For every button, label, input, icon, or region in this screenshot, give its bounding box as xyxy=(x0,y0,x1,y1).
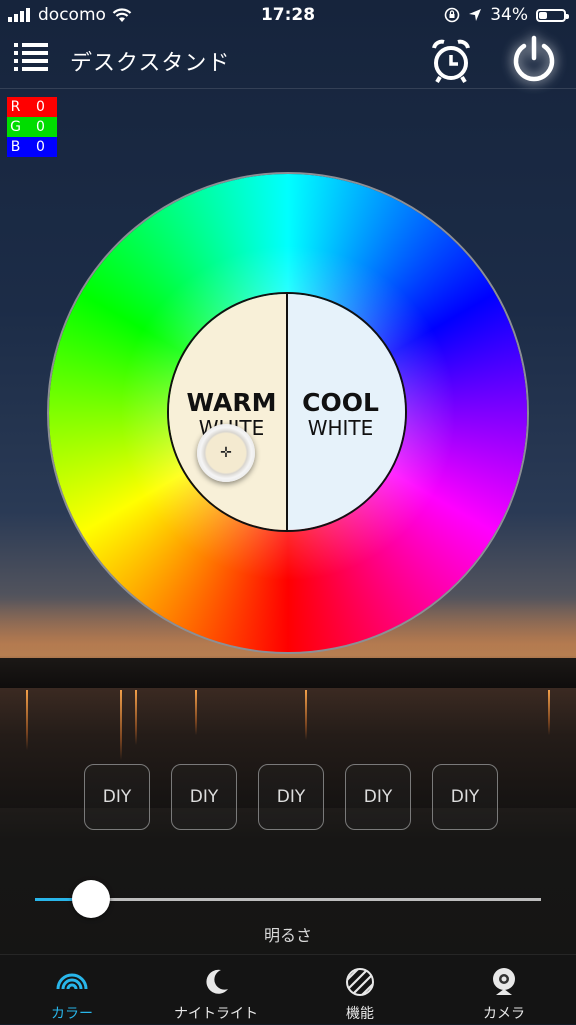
function-icon xyxy=(346,968,374,996)
blue-label: B xyxy=(10,139,21,155)
alarm-button[interactable] xyxy=(426,36,476,86)
cool-white-button[interactable]: COOL WHITE xyxy=(288,294,405,530)
battery-percent: 34% xyxy=(490,5,528,25)
orientation-lock-icon xyxy=(444,7,460,23)
diy-presets: DIY DIY DIY DIY DIY xyxy=(84,764,498,830)
tab-color-label: カラー xyxy=(51,1006,93,1022)
diy-button-4[interactable]: DIY xyxy=(345,764,411,830)
tab-camera[interactable]: カメラ xyxy=(432,955,576,1025)
app-header: デスクスタンド xyxy=(0,30,576,89)
brightness-slider[interactable] xyxy=(35,880,541,918)
rgb-readout: R 0 G 0 B 0 xyxy=(7,97,57,157)
power-icon xyxy=(513,35,555,82)
brightness-thumb[interactable] xyxy=(71,880,110,918)
tab-nightlight[interactable]: ナイトライト xyxy=(144,955,288,1025)
red-label: R xyxy=(10,99,21,115)
diy-button-5[interactable]: DIY xyxy=(432,764,498,830)
menu-button[interactable] xyxy=(14,42,54,76)
white-selector: WARM WHITE COOL WHITE xyxy=(167,292,407,532)
red-value: 0 xyxy=(36,99,45,115)
power-button[interactable] xyxy=(508,34,560,86)
warm-white-button[interactable]: WARM WHITE xyxy=(169,294,288,530)
tab-nightlight-label: ナイトライト xyxy=(174,1006,258,1022)
tab-function[interactable]: 機能 xyxy=(288,955,432,1025)
crosshair-icon: ✛ xyxy=(220,445,232,461)
warm-label: WARM xyxy=(186,388,277,417)
status-bar: docomo 17:28 34% xyxy=(0,0,576,30)
battery-icon xyxy=(536,8,569,22)
location-arrow-icon xyxy=(469,9,482,21)
page-title: デスクスタンド xyxy=(70,51,231,76)
alarm-clock-icon xyxy=(432,39,470,84)
color-picker-handle[interactable]: ✛ xyxy=(197,424,255,482)
diy-button-1[interactable]: DIY xyxy=(84,764,150,830)
rgb-row-red: R 0 xyxy=(7,97,57,117)
tab-function-label: 機能 xyxy=(346,1006,374,1022)
cool-white-label: WHITE xyxy=(307,416,374,440)
brightness-label: 明るさ xyxy=(263,926,312,945)
green-value: 0 xyxy=(36,119,45,135)
moon-icon xyxy=(206,969,228,994)
camera-icon xyxy=(493,968,515,995)
tab-color[interactable]: カラー xyxy=(0,955,144,1025)
rgb-row-green: G 0 xyxy=(7,117,57,137)
green-label: G xyxy=(10,119,21,135)
diy-button-3[interactable]: DIY xyxy=(258,764,324,830)
list-menu-icon xyxy=(14,43,48,71)
diy-button-2[interactable]: DIY xyxy=(171,764,237,830)
cool-label: COOL xyxy=(302,388,379,417)
rgb-row-blue: B 0 xyxy=(7,137,57,157)
tab-camera-label: カメラ xyxy=(483,1006,525,1022)
tab-bar: カラー ナイトライト 機能 カメラ xyxy=(0,954,576,1025)
rainbow-icon xyxy=(56,973,88,990)
blue-value: 0 xyxy=(36,139,45,155)
